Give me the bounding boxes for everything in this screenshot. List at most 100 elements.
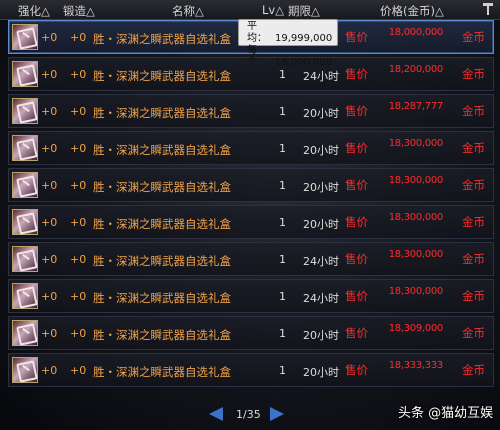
- header-price[interactable]: 价格(金币)△: [380, 3, 444, 19]
- sort-icon[interactable]: [482, 2, 494, 16]
- sell-label: 售价: [345, 289, 368, 303]
- item-name: 胜・深渊之瞬武器自选礼盒: [93, 217, 231, 231]
- table-row[interactable]: +0 +0 胜・深渊之瞬武器自选礼盒 1 20小时 售价 18,287,777 金币: [8, 94, 494, 128]
- item-level: 1: [279, 327, 286, 340]
- item-level: 1: [279, 105, 286, 118]
- item-time-left: 20小时: [303, 329, 339, 342]
- gift-box-icon[interactable]: [12, 283, 38, 309]
- item-name: 胜・深渊之瞬武器自选礼盒: [93, 328, 231, 342]
- upgrade-value: +0: [41, 290, 58, 303]
- forge-value: +0: [70, 142, 87, 155]
- gift-box-icon[interactable]: [12, 135, 38, 161]
- sell-label: 售价: [345, 104, 368, 118]
- tooltip-each: 每个： 18,000,000: [247, 45, 333, 68]
- forge-value: +0: [70, 216, 87, 229]
- item-name: 胜・深渊之瞬武器自选礼盒: [93, 291, 231, 305]
- item-price: 18,300,000: [388, 249, 444, 260]
- item-price: 18,200,000: [388, 64, 444, 75]
- currency-label: 金币: [462, 363, 485, 377]
- forge-value: +0: [70, 253, 87, 266]
- item-name: 胜・深渊之瞬武器自选礼盒: [93, 69, 231, 83]
- forge-value: +0: [70, 31, 87, 44]
- table-row[interactable]: +0 +0 胜・深渊之瞬武器自选礼盒 1 20小时 售价 18,300,000 金币: [8, 205, 494, 239]
- item-level: 1: [279, 68, 286, 81]
- gift-box-icon[interactable]: [12, 61, 38, 87]
- forge-value: +0: [70, 364, 87, 377]
- header-level[interactable]: Lv△: [262, 3, 284, 17]
- item-level: 1: [279, 253, 286, 266]
- currency-label: 金币: [462, 67, 485, 81]
- item-time-left: 20小时: [303, 366, 339, 379]
- gift-box-icon[interactable]: [12, 357, 38, 383]
- item-level: 1: [279, 290, 286, 303]
- gift-box-icon[interactable]: [12, 209, 38, 235]
- item-price: 18,300,000: [388, 212, 444, 223]
- currency-label: 金币: [462, 326, 485, 340]
- item-name: 胜・深渊之瞬武器自选礼盒: [93, 143, 231, 157]
- sell-label: 售价: [345, 252, 368, 266]
- table-row[interactable]: +0 +0 胜・深渊之瞬武器自选礼盒 1 20小时 售价 18,333,333 金币: [8, 353, 494, 387]
- next-page-arrow-icon[interactable]: [270, 407, 284, 421]
- upgrade-value: +0: [41, 68, 58, 81]
- upgrade-value: +0: [41, 142, 58, 155]
- tooltip-average: 平均： 19,999,000: [247, 21, 333, 44]
- item-price: 18,300,000: [388, 286, 444, 297]
- currency-label: 金币: [462, 252, 485, 266]
- prev-page-arrow-icon[interactable]: [209, 407, 223, 421]
- item-name: 胜・深渊之瞬武器自选礼盒: [93, 32, 231, 46]
- currency-label: 金币: [462, 104, 485, 118]
- currency-label: 金币: [462, 289, 485, 303]
- item-price: 18,309,000: [388, 323, 444, 334]
- sell-label: 售价: [345, 326, 368, 340]
- item-time-left: 20小时: [303, 218, 339, 231]
- sell-label: 售价: [345, 30, 368, 44]
- page-number: 1/35: [236, 408, 261, 421]
- item-time-left: 24小时: [303, 255, 339, 268]
- currency-label: 金币: [462, 30, 485, 44]
- upgrade-value: +0: [41, 105, 58, 118]
- item-name: 胜・深渊之瞬武器自选礼盒: [93, 254, 231, 268]
- sell-label: 售价: [345, 363, 368, 377]
- forge-value: +0: [70, 68, 87, 81]
- item-name: 胜・深渊之瞬武器自选礼盒: [93, 180, 231, 194]
- gift-box-icon[interactable]: [12, 246, 38, 272]
- table-row[interactable]: +0 +0 胜・深渊之瞬武器自选礼盒 1 20小时 售价 18,309,000 金币: [8, 316, 494, 350]
- gift-box-icon[interactable]: [12, 172, 38, 198]
- forge-value: +0: [70, 179, 87, 192]
- item-name: 胜・深渊之瞬武器自选礼盒: [93, 106, 231, 120]
- table-row[interactable]: +0 +0 胜・深渊之瞬武器自选礼盒 1 24小时 售价 18,300,000 金币: [8, 242, 494, 276]
- forge-value: +0: [70, 327, 87, 340]
- item-time-left: 24小时: [303, 292, 339, 305]
- item-time-left: 20小时: [303, 181, 339, 194]
- currency-label: 金币: [462, 178, 485, 192]
- sell-label: 售价: [345, 215, 368, 229]
- table-row[interactable]: +0 +0 胜・深渊之瞬武器自选礼盒 1 24小时 售价 18,300,000 金币: [8, 279, 494, 313]
- upgrade-value: +0: [41, 253, 58, 266]
- currency-label: 金币: [462, 215, 485, 229]
- upgrade-value: +0: [41, 327, 58, 340]
- header-name[interactable]: 名称△: [172, 3, 204, 19]
- price-tooltip: 平均： 19,999,000 每个： 18,000,000: [238, 19, 338, 68]
- header-upgrade[interactable]: 强化△: [18, 3, 50, 19]
- header-forge[interactable]: 锻造△: [63, 3, 95, 19]
- sell-label: 售价: [345, 67, 368, 81]
- forge-value: +0: [70, 105, 87, 118]
- gift-box-icon[interactable]: [12, 98, 38, 124]
- watermark: 头条 @猫幼互娱: [398, 406, 494, 421]
- header-time[interactable]: 期限△: [288, 3, 320, 19]
- currency-label: 金币: [462, 141, 485, 155]
- item-level: 1: [279, 364, 286, 377]
- upgrade-value: +0: [41, 31, 58, 44]
- item-level: 1: [279, 142, 286, 155]
- item-time-left: 24小时: [303, 70, 339, 83]
- item-time-left: 20小时: [303, 144, 339, 157]
- table-row[interactable]: +0 +0 胜・深渊之瞬武器自选礼盒 1 20小时 售价 18,300,000 金币: [8, 131, 494, 165]
- item-price: 18,300,000: [388, 138, 444, 149]
- gift-box-icon[interactable]: [12, 24, 38, 50]
- gift-box-icon[interactable]: [12, 320, 38, 346]
- upgrade-value: +0: [41, 216, 58, 229]
- item-time-left: 20小时: [303, 107, 339, 120]
- table-row[interactable]: +0 +0 胜・深渊之瞬武器自选礼盒 1 20小时 售价 18,300,000 金币: [8, 168, 494, 202]
- column-header: 强化△ 锻造△ 名称△ Lv△ 期限△ 价格(金币)△: [0, 0, 500, 20]
- sell-label: 售价: [345, 178, 368, 192]
